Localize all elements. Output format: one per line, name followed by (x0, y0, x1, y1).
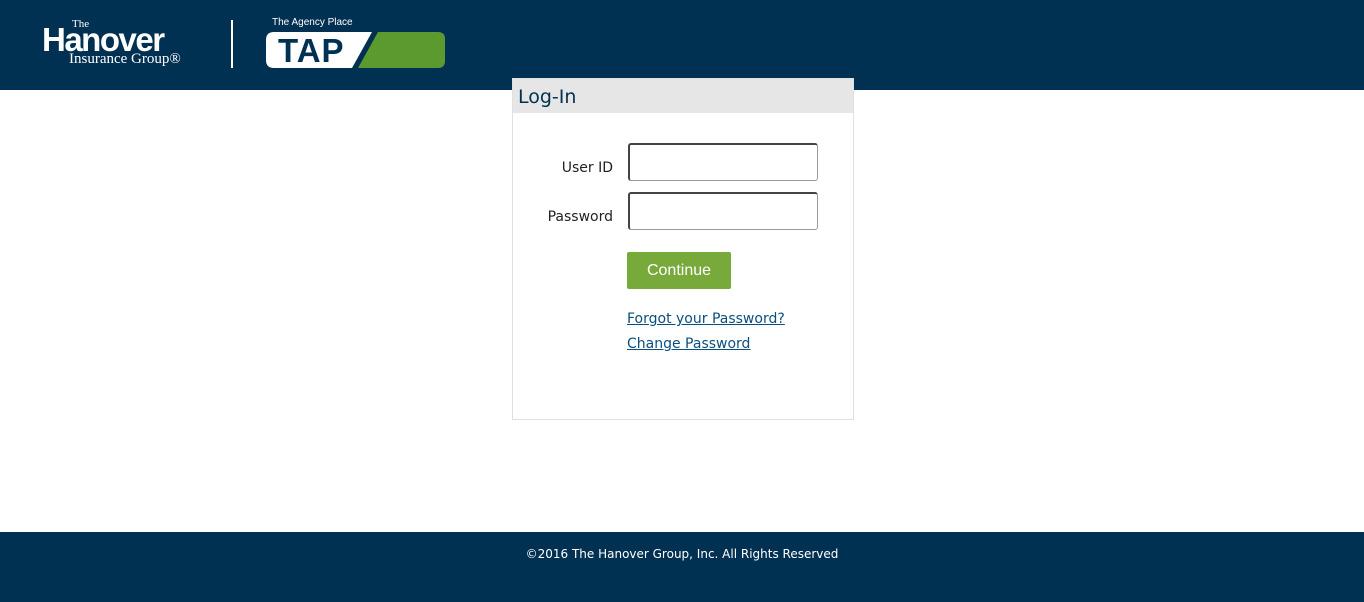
tap-tagline: The Agency Place (272, 17, 353, 28)
copyright-text: ©2016 The Hanover Group, Inc. All Rights… (525, 547, 839, 561)
user-id-input[interactable] (628, 143, 818, 181)
login-heading-bar: Log-In (513, 79, 853, 113)
password-input[interactable] (628, 192, 818, 230)
login-title: Log-In (518, 86, 577, 108)
password-label: Password (547, 209, 613, 225)
tap-logo[interactable]: The Agency Place TAP (266, 16, 448, 72)
login-panel: Log-In User ID Password Continue Forgot … (512, 78, 854, 420)
logo-sub-text: Insurance Group® (69, 51, 181, 67)
site-header: The Hanover Insurance Group® The Agency … (0, 0, 1364, 90)
user-id-label: User ID (561, 160, 613, 176)
tap-word: TAP (278, 32, 345, 69)
forgot-password-link[interactable]: Forgot your Password? (627, 310, 785, 328)
continue-button[interactable]: Continue (627, 252, 731, 289)
logo-divider (231, 20, 233, 68)
hanover-logo[interactable]: The Hanover Insurance Group® (42, 18, 202, 72)
change-password-link[interactable]: Change Password (627, 335, 750, 353)
site-footer: ©2016 The Hanover Group, Inc. All Rights… (0, 532, 1364, 602)
